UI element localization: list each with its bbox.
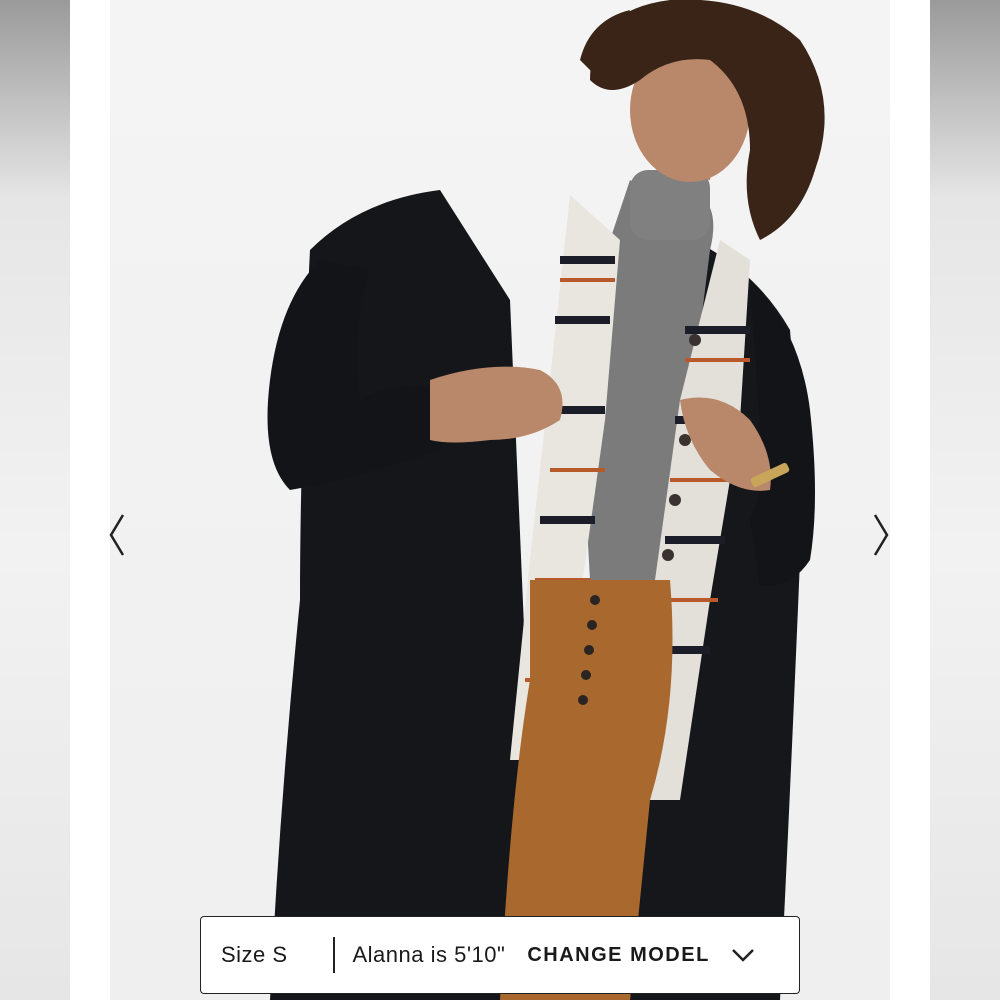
product-gallery bbox=[70, 0, 930, 1000]
left-gutter bbox=[0, 0, 70, 1000]
size-label: Size S bbox=[221, 942, 288, 967]
divider bbox=[333, 937, 335, 973]
right-gutter bbox=[930, 0, 1000, 1000]
model-height-label: Alanna is 5'10" bbox=[352, 942, 506, 967]
change-model-button[interactable]: CHANGE MODEL bbox=[527, 944, 709, 967]
model-illustration bbox=[267, 0, 825, 1000]
previous-image-button[interactable] bbox=[104, 505, 130, 565]
chevron-right-icon bbox=[873, 514, 889, 556]
product-photo bbox=[110, 0, 890, 1000]
chevron-left-icon bbox=[109, 514, 125, 556]
chevron-down-icon[interactable] bbox=[730, 945, 756, 965]
model-info-bar: Size S Alanna is 5'10" CHANGE MODEL bbox=[200, 916, 800, 994]
next-image-button[interactable] bbox=[868, 505, 894, 565]
hand-left bbox=[430, 366, 563, 443]
